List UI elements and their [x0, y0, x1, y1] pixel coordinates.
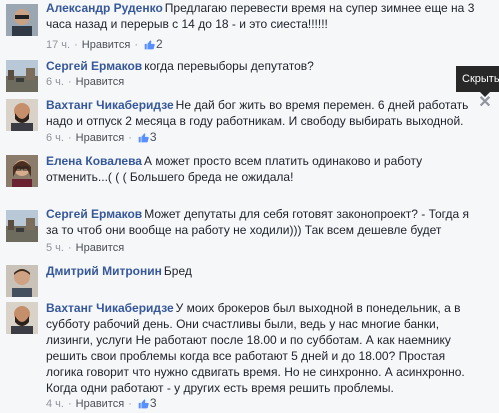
avatar[interactable] [6, 302, 38, 334]
comment-timestamp[interactable]: 6 ч. [46, 132, 64, 144]
avatar[interactable] [6, 155, 38, 187]
comment-text: Александр Руденко Предлагаю перевести вре… [46, 0, 478, 32]
comment-author-link[interactable]: Александр Руденко [46, 1, 163, 15]
comment-text: Сергей Ермаков Может депутаты для себя го… [46, 206, 478, 238]
meta-separator: · [128, 132, 132, 144]
thumbs-up-icon[interactable] [138, 398, 149, 409]
thumbs-up-icon[interactable] [144, 39, 155, 50]
comment-meta: 4 ч. · Нравится · 3 [46, 396, 157, 411]
comment-body: Бред [163, 264, 192, 278]
comment-text: Дмитрий Митронин Бред [46, 263, 478, 279]
comment-meta: 17 ч. · Нравится · 2 [46, 37, 163, 52]
comment-text: Вахтанг Чикаберидзе У моих брокеров был в… [46, 300, 478, 396]
avatar[interactable] [6, 60, 38, 92]
like-link[interactable]: Нравится [76, 132, 125, 144]
meta-separator: · [67, 132, 72, 144]
meta-separator: · [128, 398, 132, 410]
comment-author-link[interactable]: Дмитрий Митронин [46, 264, 162, 278]
hide-comment-icon[interactable]: ✕ [478, 95, 492, 111]
meta-separator: · [67, 76, 72, 88]
thumbs-up-icon[interactable] [138, 132, 149, 143]
comment-text: Вахтанг Чикаберидзе Не дай бог жить во вр… [46, 97, 478, 129]
comment-author-link[interactable]: Вахтанг Чикаберидзе [46, 98, 174, 112]
avatar[interactable] [6, 99, 38, 131]
comment-author-link[interactable]: Сергей Ермаков [46, 59, 142, 73]
like-count[interactable]: 3 [150, 396, 157, 410]
comment-timestamp[interactable]: 5 ч. [46, 242, 64, 254]
like-link[interactable]: Нравится [76, 398, 125, 410]
comment-timestamp[interactable]: 6 ч. [46, 76, 64, 88]
meta-separator: · [134, 39, 138, 51]
comment-body: У моих брокеров был выходной в понедельн… [46, 301, 465, 395]
like-count[interactable]: 3 [150, 130, 157, 144]
comment-author-link[interactable]: Вахтанг Чикаберидзе [46, 301, 174, 315]
avatar[interactable] [6, 4, 38, 36]
like-link[interactable]: Нравится [76, 76, 125, 88]
meta-separator: · [74, 39, 78, 51]
like-count[interactable]: 2 [156, 37, 163, 51]
like-link[interactable]: Нравится [82, 39, 131, 51]
like-link[interactable]: Нравится [76, 242, 125, 254]
comment-meta: 5 ч. · Нравится [46, 241, 124, 255]
comment-meta: 6 ч. · Нравится [46, 75, 124, 89]
meta-separator: · [67, 242, 72, 254]
hide-tooltip: Скрыть [456, 66, 499, 92]
comment-text: Сергей Ермаков когда перевыборы депутатов… [46, 58, 478, 74]
avatar[interactable] [6, 210, 38, 242]
comment-timestamp[interactable]: 4 ч. [46, 398, 64, 410]
comment-meta: 6 ч. · Нравится · 3 [46, 130, 157, 145]
comment-timestamp[interactable]: 17 ч. [46, 39, 70, 51]
meta-separator: · [67, 398, 72, 410]
avatar[interactable] [6, 265, 38, 297]
comment-author-link[interactable]: Сергей Ермаков [46, 207, 142, 221]
comment-author-link[interactable]: Елена Ковалева [46, 154, 142, 168]
comment-text: Елена Ковалева А может просто всем платит… [46, 153, 478, 185]
comment-body: когда перевыборы депутатов? [144, 59, 314, 73]
